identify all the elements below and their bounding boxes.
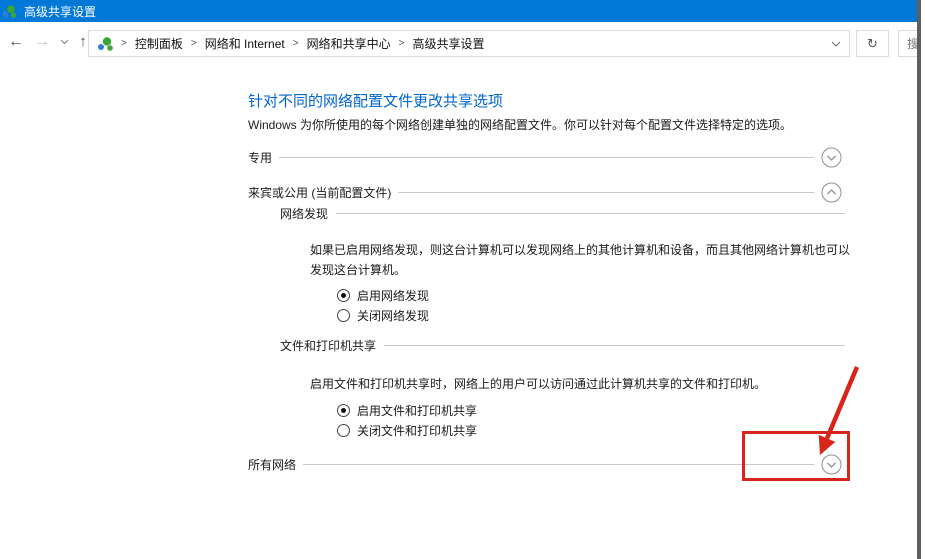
breadcrumb-control-panel[interactable]: 控制面板 <box>135 35 183 52</box>
collapse-guest-public-chevron-up-icon[interactable] <box>821 182 842 203</box>
title-bar: 高级共享设置 <box>0 0 917 22</box>
section-divider <box>398 192 814 193</box>
subsection-divider <box>336 213 845 214</box>
network-app-icon <box>2 4 17 19</box>
breadcrumb-network-internet[interactable]: 网络和 Internet <box>205 35 285 52</box>
radio-label: 关闭网络发现 <box>357 307 429 324</box>
breadcrumb-separator-icon: > <box>121 38 127 49</box>
navigation-toolbar: ← → ↑ > 控制面板 > 网络和 Internet > 网络和共享中心 > … <box>0 22 917 61</box>
screenshot-page: 高级共享设置 ← → ↑ > 控制面板 > 网络和 Internet > <box>0 0 925 559</box>
radio-label: 启用网络发现 <box>357 287 429 304</box>
network-location-icon <box>97 36 113 52</box>
radio-selected-icon[interactable] <box>337 404 350 417</box>
section-divider <box>279 157 814 158</box>
forward-icon[interactable]: → <box>30 22 54 61</box>
history-dropdown-icon[interactable] <box>56 22 72 61</box>
file-printer-sharing-description: 启用文件和打印机共享时，网络上的用户可以访问通过此计算机共享的文件和打印机。 <box>310 374 860 394</box>
search-input[interactable]: 搜索 <box>898 30 917 57</box>
breadcrumb-network-sharing-center[interactable]: 网络和共享中心 <box>307 35 391 52</box>
network-discovery-radio-group: 启用网络发现 关闭网络发现 <box>337 285 429 325</box>
section-guest-public-label: 来宾或公用 (当前配置文件) <box>248 184 391 201</box>
expand-private-chevron-down-icon[interactable] <box>821 147 842 168</box>
radio-unselected-icon[interactable] <box>337 424 350 437</box>
section-private-label: 专用 <box>248 149 272 166</box>
file-printer-sharing-title: 文件和打印机共享 <box>280 337 376 354</box>
radio-label: 启用文件和打印机共享 <box>357 402 477 419</box>
radio-selected-icon[interactable] <box>337 289 350 302</box>
breadcrumb-separator-icon: > <box>293 38 299 49</box>
refresh-icon: ↻ <box>867 36 878 52</box>
section-private-profile: 专用 <box>248 146 842 168</box>
radio-label: 关闭文件和打印机共享 <box>357 422 477 439</box>
radio-unselected-icon[interactable] <box>337 309 350 322</box>
subsection-network-discovery: 网络发现 <box>280 204 845 222</box>
breadcrumb-separator-icon: > <box>399 38 405 49</box>
radio-enable-file-printer-sharing[interactable]: 启用文件和打印机共享 <box>337 400 477 420</box>
radio-disable-network-discovery[interactable]: 关闭网络发现 <box>337 305 429 325</box>
subsection-divider <box>384 345 845 346</box>
network-discovery-description: 如果已启用网络发现，则这台计算机可以发现网络上的其他计算机和设备，而且其他网络计… <box>310 240 860 280</box>
breadcrumb-advanced-sharing[interactable]: 高级共享设置 <box>412 35 484 52</box>
search-placeholder: 搜索 <box>907 35 917 52</box>
file-printer-sharing-radio-group: 启用文件和打印机共享 关闭文件和打印机共享 <box>337 400 477 440</box>
breadcrumb-separator-icon: > <box>191 38 197 49</box>
radio-disable-file-printer-sharing[interactable]: 关闭文件和打印机共享 <box>337 420 477 440</box>
refresh-button[interactable]: ↻ <box>856 30 889 57</box>
advanced-sharing-window: 高级共享设置 ← → ↑ > 控制面板 > 网络和 Internet > <box>0 0 917 559</box>
address-bar[interactable]: > 控制面板 > 网络和 Internet > 网络和共享中心 > 高级共享设置 <box>88 30 850 57</box>
addressbar-dropdown-icon[interactable] <box>831 41 841 47</box>
section-guest-public-profile: 来宾或公用 (当前配置文件) <box>248 181 842 203</box>
network-discovery-title: 网络发现 <box>280 205 328 222</box>
page-subtitle: Windows 为你所使用的每个网络创建单独的网络配置文件。你可以针对每个配置文… <box>248 116 792 133</box>
window-title: 高级共享设置 <box>24 3 96 20</box>
section-divider <box>303 464 814 465</box>
window-right-edge <box>917 0 921 559</box>
back-icon[interactable]: ← <box>4 22 28 61</box>
page-title: 针对不同的网络配置文件更改共享选项 <box>248 90 503 111</box>
subsection-file-printer-sharing: 文件和打印机共享 <box>280 336 845 354</box>
section-all-networks-label: 所有网络 <box>248 456 296 473</box>
radio-enable-network-discovery[interactable]: 启用网络发现 <box>337 285 429 305</box>
annotation-arrow-icon <box>780 355 870 470</box>
